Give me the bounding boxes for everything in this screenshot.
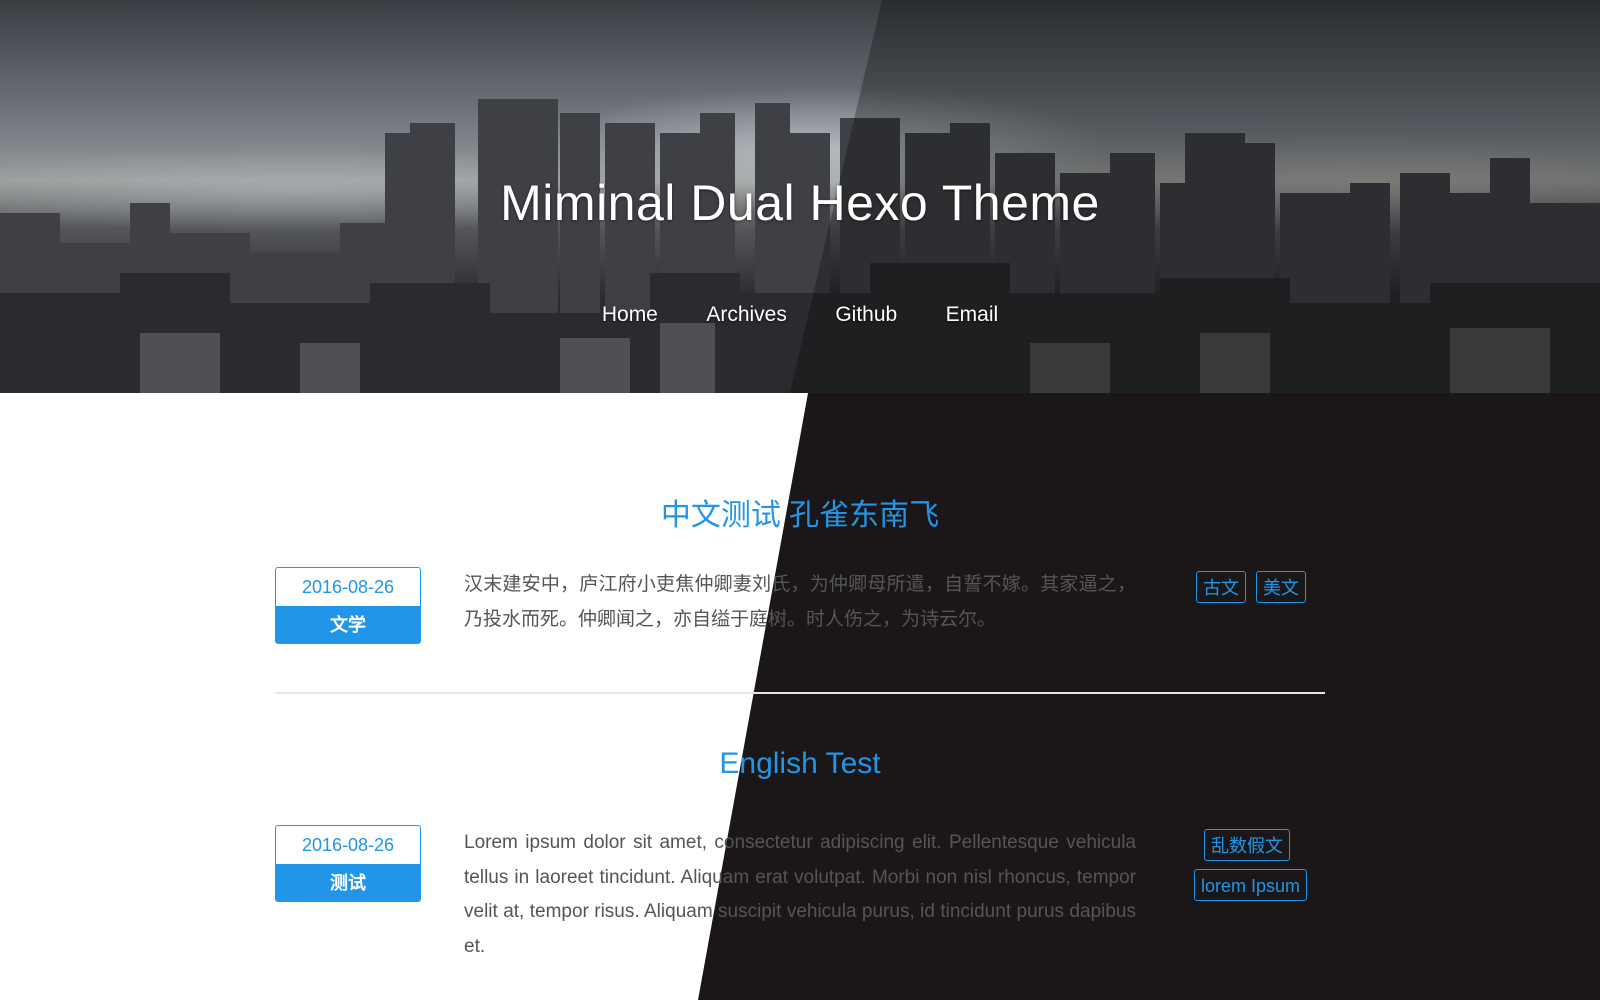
site-title[interactable]: Miminal Dual Hexo Theme <box>0 174 1600 232</box>
nav-archives-link[interactable]: Archives <box>706 303 787 327</box>
post-date-2: 2016-08-26 <box>301 835 395 855</box>
hero-banner: Miminal Dual Hexo Theme Home Archives Gi… <box>0 0 1600 393</box>
main-nav: Home Archives Github Email <box>0 303 1600 327</box>
post-category-2[interactable]: 测试 <box>276 864 420 901</box>
post-meta-box-2[interactable]: 2016-08-26 测试 <box>275 825 421 902</box>
nav-github-link[interactable]: Github <box>835 303 897 327</box>
post-title-1[interactable]: 中文测试 孔雀东南飞 <box>0 490 1600 534</box>
post-date-1: 2016-08-26 <box>301 577 395 597</box>
post-tag-2-2[interactable]: lorem Ipsum <box>1194 869 1308 901</box>
nav-home-link[interactable]: Home <box>602 303 658 327</box>
post-title-2[interactable]: English Test <box>0 747 1600 781</box>
post-category-1[interactable]: 文学 <box>276 606 420 643</box>
post-tag-1-1[interactable]: 古文 <box>1196 571 1246 603</box>
post-excerpt-2: Lorem ipsum dolor sit amet, consectetur … <box>464 832 1136 957</box>
post-tag-2-1[interactable]: 乱数假文 <box>1204 829 1290 861</box>
post-tag-1-2[interactable]: 美文 <box>1256 571 1306 603</box>
post-divider <box>275 692 1325 694</box>
post-meta-box-1[interactable]: 2016-08-26 文学 <box>275 567 421 644</box>
nav-email-link[interactable]: Email <box>946 303 999 327</box>
post-excerpt-1: 汉末建安中，庐江府小吏焦仲卿妻刘氏，为仲卿母所遣，自誓不嫁。其家逼之，乃投水而死… <box>464 574 1136 630</box>
